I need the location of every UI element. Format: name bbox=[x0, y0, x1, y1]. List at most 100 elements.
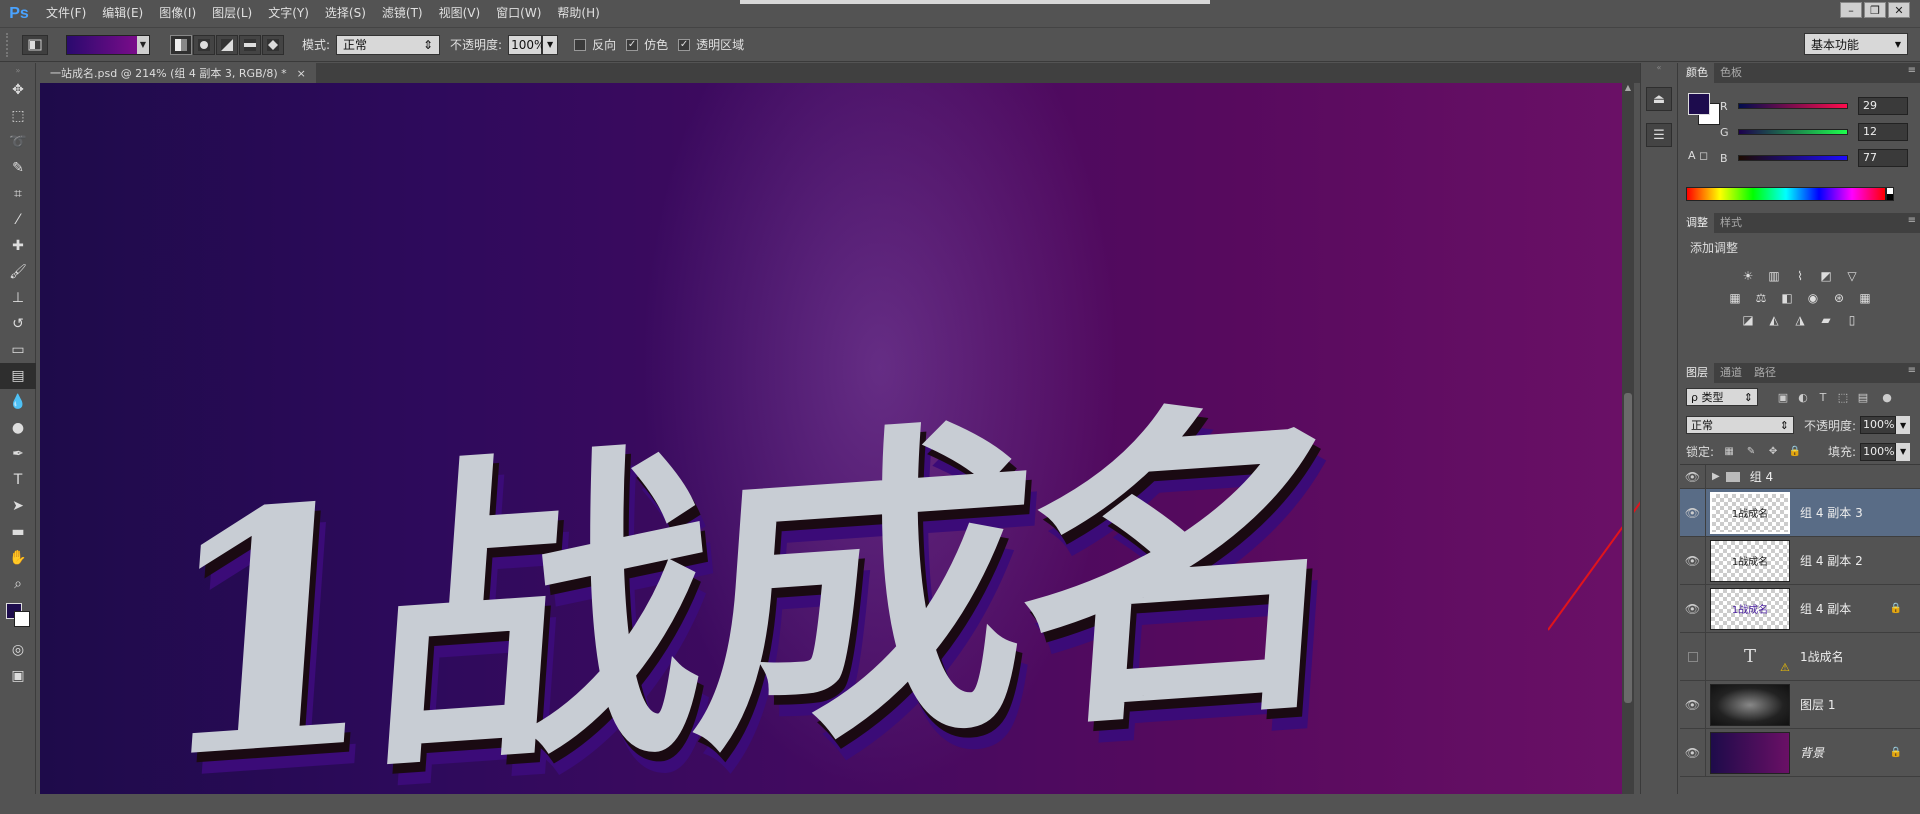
dodge-tool-icon[interactable]: ● bbox=[0, 415, 36, 441]
background-color-swatch[interactable] bbox=[14, 611, 30, 627]
photo-filter-icon[interactable]: ◉ bbox=[1804, 290, 1822, 306]
panel-menu-icon[interactable]: ≡ bbox=[1908, 215, 1916, 226]
menu-filter[interactable]: 滤镜(T) bbox=[374, 0, 431, 27]
layer-kind-filter[interactable]: ρ 类型 ⇕ bbox=[1686, 388, 1758, 406]
lock-position-icon[interactable]: ✥ bbox=[1766, 445, 1780, 459]
screen-mode-icon[interactable]: ▣ bbox=[0, 663, 36, 689]
tab-color[interactable]: 颜色 bbox=[1680, 63, 1714, 83]
visibility-toggle[interactable] bbox=[1680, 633, 1706, 680]
reflected-gradient-button[interactable] bbox=[239, 34, 261, 55]
scroll-up-icon[interactable]: ▲ bbox=[1622, 83, 1634, 95]
lock-transparent-icon[interactable]: ▦ bbox=[1722, 445, 1736, 459]
toolbar-collapse-icon[interactable]: » bbox=[0, 63, 36, 77]
color-swatches[interactable] bbox=[0, 597, 36, 637]
close-button[interactable]: ✕ bbox=[1888, 2, 1910, 18]
transparency-checkbox[interactable]: ✓ 透明区域 bbox=[678, 36, 744, 53]
crop-tool-icon[interactable]: ⌗ bbox=[0, 181, 36, 207]
linear-gradient-button[interactable] bbox=[170, 34, 192, 55]
tab-styles[interactable]: 样式 bbox=[1714, 213, 1748, 233]
radial-gradient-button[interactable] bbox=[193, 34, 215, 55]
path-selection-tool-icon[interactable]: ➤ bbox=[0, 493, 36, 519]
close-icon[interactable]: × bbox=[297, 67, 306, 80]
layer-row-group-4-copy-3[interactable]: 👁 1战成名 组 4 副本 3 bbox=[1680, 489, 1920, 537]
eyedropper-tool-icon[interactable]: ⁄ bbox=[0, 207, 36, 233]
eye-icon[interactable]: 👁 bbox=[1680, 729, 1706, 776]
eye-icon[interactable]: 👁 bbox=[1680, 537, 1706, 584]
eraser-tool-icon[interactable]: ▭ bbox=[0, 337, 36, 363]
tool-preset-picker[interactable] bbox=[22, 34, 48, 55]
panel-menu-icon[interactable]: ≡ bbox=[1908, 65, 1916, 76]
document-canvas[interactable]: 1战成名 bbox=[40, 83, 1622, 794]
gradient-map-icon[interactable]: ▰ bbox=[1817, 312, 1835, 328]
curves-icon[interactable]: ⌇ bbox=[1791, 268, 1809, 284]
document-tab[interactable]: 一站成名.psd @ 214% (组 4 副本 3, RGB/8) * × bbox=[40, 63, 316, 83]
menu-type[interactable]: 文字(Y) bbox=[260, 0, 317, 27]
checkbox-box[interactable]: ✓ bbox=[678, 38, 691, 51]
panel-menu-icon[interactable]: ≡ bbox=[1908, 365, 1916, 376]
tab-channels[interactable]: 通道 bbox=[1714, 363, 1748, 383]
layer-opacity-input[interactable]: 100% bbox=[1860, 416, 1897, 434]
green-slider[interactable] bbox=[1738, 129, 1848, 135]
layer-row-group-4-copy-2[interactable]: 👁 1战成名 组 4 副本 2 bbox=[1680, 537, 1920, 585]
zoom-tool-icon[interactable]: ⌕ bbox=[0, 571, 36, 597]
pixel-filter-icon[interactable]: ▣ bbox=[1776, 390, 1790, 404]
layer-row-group-4-copy[interactable]: 👁 1战成名 组 4 副本 🔒 bbox=[1680, 585, 1920, 633]
lock-pixels-icon[interactable]: ✎ bbox=[1744, 445, 1758, 459]
tab-layers[interactable]: 图层 bbox=[1680, 363, 1714, 383]
menu-view[interactable]: 视图(V) bbox=[431, 0, 489, 27]
eye-icon[interactable]: 👁 bbox=[1680, 585, 1706, 632]
menu-layer[interactable]: 图层(L) bbox=[204, 0, 260, 27]
black-white-swatch[interactable] bbox=[1886, 187, 1894, 201]
foreground-color-swatch[interactable] bbox=[1688, 93, 1710, 115]
gradient-tool-icon[interactable]: ▤ bbox=[0, 363, 36, 389]
hand-tool-icon[interactable]: ✋ bbox=[0, 545, 36, 571]
layer-row-background[interactable]: 👁 背景 🔒 bbox=[1680, 729, 1920, 777]
levels-icon[interactable]: ▥ bbox=[1765, 268, 1783, 284]
vibrance-icon[interactable]: ▽ bbox=[1843, 268, 1861, 284]
chevron-down-icon[interactable]: ▼ bbox=[137, 35, 149, 54]
color-lookup-icon[interactable]: ▦ bbox=[1856, 290, 1874, 306]
lasso-tool-icon[interactable]: ➰ bbox=[0, 129, 36, 155]
channel-mixer-icon[interactable]: ⊛ bbox=[1830, 290, 1848, 306]
menu-window[interactable]: 窗口(W) bbox=[488, 0, 549, 27]
checkbox-box[interactable] bbox=[574, 38, 587, 51]
rectangle-tool-icon[interactable]: ▬ bbox=[0, 519, 36, 545]
properties-panel-icon[interactable]: ☰ bbox=[1646, 123, 1672, 147]
chevron-down-icon[interactable]: ▼ bbox=[1896, 416, 1911, 434]
checkbox-box[interactable]: ✓ bbox=[626, 38, 639, 51]
menu-edit[interactable]: 编辑(E) bbox=[94, 0, 151, 27]
posterize-icon[interactable]: ◭ bbox=[1765, 312, 1783, 328]
minimize-button[interactable]: – bbox=[1840, 2, 1862, 18]
expand-arrow-icon[interactable]: ▶ bbox=[1712, 471, 1720, 482]
eye-icon[interactable]: 👁 bbox=[1680, 681, 1706, 728]
menu-help[interactable]: 帮助(H) bbox=[549, 0, 607, 27]
color-spectrum-bar[interactable] bbox=[1686, 187, 1886, 201]
options-grip[interactable] bbox=[6, 32, 12, 57]
threshold-icon[interactable]: ◮ bbox=[1791, 312, 1809, 328]
fg-bg-color-swatches[interactable] bbox=[1688, 93, 1722, 127]
red-value-input[interactable]: 29 bbox=[1858, 97, 1908, 115]
tab-adjustments[interactable]: 调整 bbox=[1680, 213, 1714, 233]
angle-gradient-button[interactable] bbox=[216, 34, 238, 55]
eye-icon[interactable]: 👁 bbox=[1680, 489, 1706, 536]
tab-paths[interactable]: 路径 bbox=[1748, 363, 1782, 383]
exposure-icon[interactable]: ◩ bbox=[1817, 268, 1835, 284]
diamond-gradient-button[interactable] bbox=[262, 34, 284, 55]
brush-tool-icon[interactable]: 🖌 bbox=[0, 259, 36, 285]
history-panel-icon[interactable]: ⏏ bbox=[1646, 87, 1672, 111]
menu-select[interactable]: 选择(S) bbox=[317, 0, 374, 27]
quick-select-tool-icon[interactable]: ✎ bbox=[0, 155, 36, 181]
adjustment-filter-icon[interactable]: ◐ bbox=[1796, 390, 1810, 404]
type-tool-icon[interactable]: T bbox=[0, 467, 36, 493]
color-balance-icon[interactable]: ⚖ bbox=[1752, 290, 1770, 306]
hue-saturation-icon[interactable]: ▦ bbox=[1726, 290, 1744, 306]
tab-swatches[interactable]: 色板 bbox=[1714, 63, 1748, 83]
selective-color-icon[interactable]: ▯ bbox=[1843, 312, 1861, 328]
black-white-icon[interactable]: ◧ bbox=[1778, 290, 1796, 306]
filter-toggle-icon[interactable]: ● bbox=[1880, 390, 1894, 404]
eye-icon[interactable]: 👁 bbox=[1680, 465, 1706, 488]
opacity-input[interactable]: 100% bbox=[508, 34, 545, 55]
lock-all-icon[interactable]: 🔒 bbox=[1788, 445, 1802, 459]
brightness-icon[interactable]: ☀ bbox=[1739, 268, 1757, 284]
chevron-down-icon[interactable]: ▼ bbox=[1896, 442, 1911, 461]
